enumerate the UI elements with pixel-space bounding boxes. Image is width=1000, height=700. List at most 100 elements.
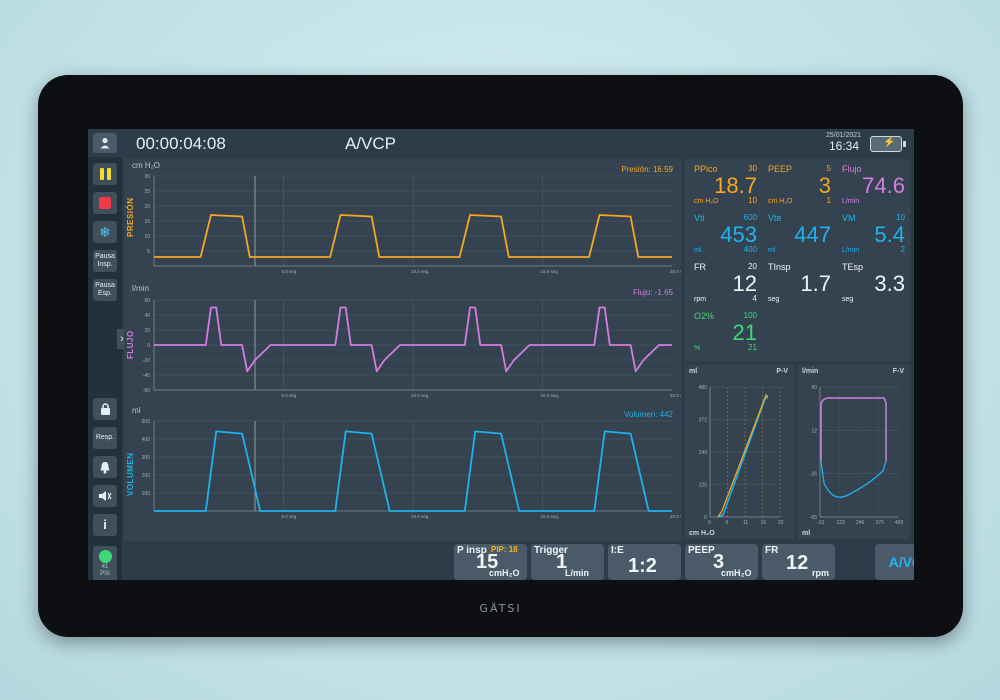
pinsp-setting[interactable]: P insp PIP: 18 15 cmH₂O: [454, 544, 527, 580]
fr-setting-unit: rpm: [812, 568, 830, 578]
snowflake-icon: ❄: [99, 224, 111, 240]
fv-x-tick-label: 123: [837, 520, 846, 526]
pv-x-tick-label: 22: [778, 520, 784, 526]
pv-x-tick-label: 5: [726, 520, 729, 526]
tinsp-unit: seg: [768, 296, 780, 303]
pressure-tick-label: 15: [144, 219, 150, 225]
pinsp-unit: cmH₂O: [489, 568, 520, 578]
pv-x-tick-label: 11: [743, 520, 748, 526]
fr-high-limit: 20: [748, 262, 757, 271]
pressure-x-tick-label: 5.0 seg.: [282, 269, 298, 274]
trigger-setting[interactable]: Trigger 1 L/min: [531, 544, 604, 580]
flow-tick-label: 60: [144, 298, 150, 304]
vti-unit: ml: [694, 247, 702, 254]
pressure-tick-label: 20: [144, 204, 150, 210]
vm-low-limit: 2: [900, 245, 905, 254]
fv-y-tick-label: -26: [810, 472, 817, 478]
fr-low-limit: 4: [752, 294, 757, 303]
fv-loop-inspiratory: [820, 397, 887, 461]
speaker-mute-icon: [99, 491, 112, 501]
pausa-esp-button[interactable]: Pausa Esp.: [93, 279, 117, 301]
peep-setting-label: PEEP: [688, 545, 715, 556]
tesp-name: TEsp: [842, 262, 864, 272]
flow-x-tick-label: 20.0 seg.: [670, 393, 681, 398]
vm-unit: L/min: [842, 247, 860, 254]
left-sidebar: ❄ Pausa Insp. Pausa Esp. Resp. i 41 PSI: [88, 157, 122, 580]
pv-x-tick-label: 0: [708, 520, 711, 526]
fv-loop-chart: -10 123 246 370 493 50 12 -26 -65: [810, 385, 904, 526]
date-display: 25/01/2021: [826, 132, 862, 139]
mute-button[interactable]: [93, 485, 117, 507]
ppico-unit: cm H₂O: [694, 198, 719, 205]
psi-unit: PSI: [100, 571, 110, 577]
measured-values-panel: PPico 30 18.7 cm H₂O 10 PEEP 5 3 cm H₂O …: [685, 159, 910, 361]
alarm-button[interactable]: [93, 456, 117, 478]
pausa-insp-button[interactable]: Pausa Insp.: [93, 250, 117, 272]
flow-tick-label: 40: [144, 313, 150, 319]
pressure-tick-label: 5: [147, 249, 150, 255]
peep-setting[interactable]: PEEP 3 cmH₂O: [685, 544, 758, 580]
tesp-value: 3.3: [874, 271, 905, 296]
fr-cell: FR 20 12 rpm 4: [691, 260, 761, 305]
peep-high-limit: 5: [826, 164, 831, 173]
volume-x-tick-label: 15.0 seg.: [541, 514, 560, 519]
gas-supply-indicator: 41 PSI: [93, 546, 117, 580]
vti-high-limit: 600: [743, 213, 757, 222]
waveform-charts: 30 25 20 15 10 5 5.0 seg. 10.0 seg. 15.0 seg. 20.…: [142, 174, 681, 571]
brand-logo: GÄTSI: [479, 602, 522, 615]
pv-y-tick-label: 125: [699, 483, 708, 489]
vte-unit: ml: [768, 247, 776, 254]
vti-cell: Vti 600 453 ml 400: [691, 211, 761, 256]
fr-name: FR: [694, 262, 706, 272]
flujo-unit: L/min: [842, 198, 860, 205]
volume-tick-label: 400: [142, 437, 151, 443]
pressure-x-tick-label: 20.0 seg.: [670, 269, 681, 274]
device-bezel: 00:00:04:08 A/VCP 25/01/2021 16:34 ⚡ ❄ P…: [38, 75, 963, 637]
stop-button[interactable]: [93, 192, 117, 214]
top-header: 00:00:04:08 A/VCP 25/01/2021 16:34 ⚡: [88, 129, 914, 157]
elapsed-timer: 00:00:04:08: [136, 134, 226, 153]
psi-value: 41: [101, 564, 109, 570]
vte-cell: Vte 447 ml: [765, 211, 835, 256]
peep-unit: cm H₂O: [768, 198, 793, 205]
pause-button[interactable]: [93, 163, 117, 185]
status-dot: [98, 550, 112, 563]
flow-tick-label: 20: [144, 328, 150, 334]
ie-setting[interactable]: I:E 1:2: [608, 544, 681, 580]
fv-x-tick-label: -10: [817, 520, 824, 526]
peep-cell: PEEP 5 3 cm H₂O 1: [765, 162, 835, 207]
peep-setting-unit: cmH₂O: [721, 568, 752, 578]
pressure-x-tick-label: 10.0 seg.: [411, 269, 430, 274]
user-button[interactable]: [93, 133, 117, 153]
pv-y-tick-label: 372: [699, 418, 708, 424]
pause-icon: [99, 168, 111, 180]
resp-button[interactable]: Resp.: [93, 427, 117, 449]
tesp-unit: seg: [842, 296, 854, 303]
freeze-button[interactable]: ❄: [93, 221, 117, 243]
time-display: 16:34: [829, 139, 860, 153]
flow-x-tick-label: 5.0 seg.: [282, 393, 298, 398]
fv-y-tick-label: 12: [811, 428, 817, 434]
o2-high-limit: 100: [743, 311, 757, 320]
flujo-cell: Flujo 74.6 L/min: [839, 162, 909, 207]
trigger-unit: L/min: [565, 568, 589, 578]
fv-x-tick-label: 493: [895, 520, 904, 526]
info-icon: i: [103, 517, 107, 532]
fv-y-tick-label: -65: [810, 515, 817, 521]
user-icon: [100, 137, 110, 149]
info-button[interactable]: i: [93, 514, 117, 536]
volume-tick-label: 100: [142, 491, 151, 497]
fr-setting[interactable]: FR 12 rpm: [762, 544, 835, 580]
flow-x-tick-label: 15.0 seg.: [541, 393, 560, 398]
lock-button[interactable]: [93, 398, 117, 420]
flow-x-tick-label: 10.0 seg.: [411, 393, 430, 398]
vm-high-limit: 10: [896, 213, 905, 222]
peep-name: PEEP: [768, 164, 793, 174]
o2-unit: %: [694, 345, 701, 352]
fr-unit: rpm: [694, 296, 707, 303]
fv-y-tick-label: 50: [811, 385, 817, 391]
ppico-low-limit: 10: [748, 196, 757, 205]
flujo-name: Flujo: [842, 164, 862, 174]
mode-button[interactable]: A/VCP: [875, 544, 914, 580]
tinsp-cell: TInsp 1.7 seg: [765, 260, 835, 305]
